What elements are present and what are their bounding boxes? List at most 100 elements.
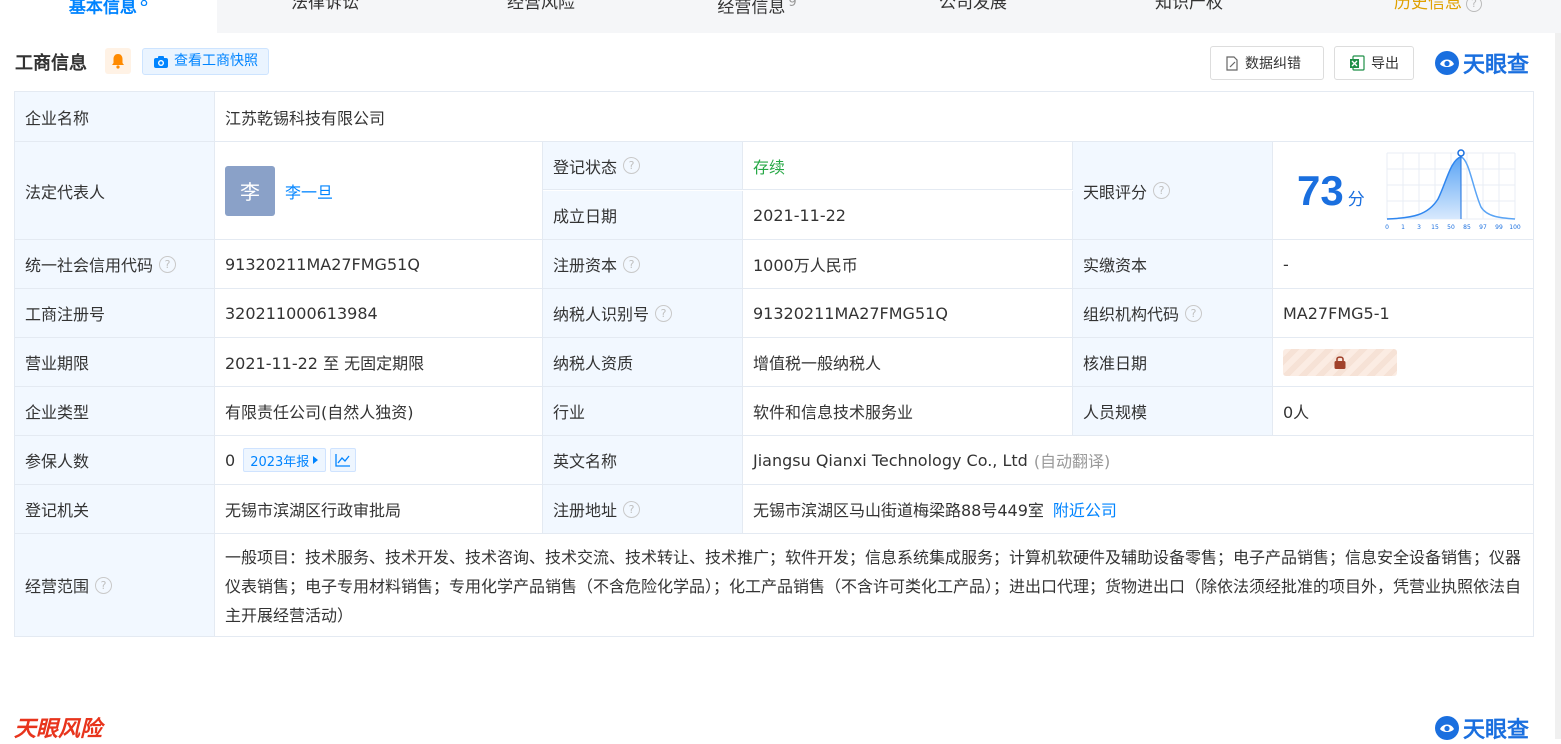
avatar[interactable]: 李	[225, 165, 275, 216]
help-icon[interactable]: ?	[159, 255, 177, 273]
table-row: 企业名称 江苏乾锡科技有限公司	[15, 92, 1533, 142]
help-icon: ?	[1466, 0, 1482, 12]
score-tick: 100	[1509, 224, 1521, 231]
monitor-button[interactable]	[105, 48, 131, 74]
approval-date-label: 核准日期	[1073, 338, 1273, 386]
export-button[interactable]: 导出	[1334, 46, 1414, 80]
taxpayer-qual: 增值税一般纳税人	[743, 338, 1073, 386]
help-icon[interactable]: ?	[623, 255, 641, 273]
score-distribution-chart: 0 1 3 15 50 85 97 99 100	[1385, 149, 1521, 231]
data-correct-label: 数据纠错	[1245, 56, 1301, 72]
score-cell[interactable]: 73 分 0 1 3 15 50 85 97 99 100	[1273, 142, 1533, 239]
insured-label: 参保人数	[15, 436, 215, 484]
reg-no: 320211000613984	[215, 289, 543, 337]
business-scope: 一般项目：技术服务、技术开发、技术咨询、技术交流、技术转让、技术推广；软件开发；…	[225, 548, 1522, 625]
legal-rep-link[interactable]: 李一旦	[285, 179, 333, 203]
taxpayer-id-label-cell: 纳税人识别号?	[543, 289, 743, 337]
tab-label: 历史信息	[1394, 0, 1462, 13]
org-code-label-cell: 组织机构代码?	[1073, 289, 1273, 337]
authority: 无锡市滨湖区行政审批局	[215, 485, 543, 533]
industry: 软件和信息技术服务业	[743, 387, 1073, 435]
table-row: 统一社会信用代码? 91320211MA27FMG51Q 注册资本? 1000万…	[15, 240, 1533, 289]
paid-capital-label: 实缴资本	[1073, 240, 1273, 288]
status-label-cell: 登记状态?	[543, 142, 743, 190]
credit-code-label: 统一社会信用代码	[25, 256, 154, 275]
snapshot-label: 查看工商快照	[174, 53, 258, 69]
tianyancha-logo-icon	[1435, 716, 1459, 740]
reg-no-label: 工商注册号	[15, 289, 215, 337]
score-label: 天眼评分	[1083, 182, 1148, 202]
help-icon[interactable]: ?	[623, 157, 641, 174]
tianyancha-logo: 天眼查	[1433, 47, 1529, 79]
score-tick: 3	[1417, 224, 1421, 231]
table-row: 法定代表人 李 李一旦 登记状态? 存续 成立日期 2021-11-22 天眼评…	[15, 142, 1533, 240]
address: 无锡市滨湖区马山街道梅梁路88号449室	[753, 501, 1044, 520]
status-label: 登记状态	[553, 157, 618, 177]
locked-value[interactable]	[1283, 348, 1397, 376]
industry-label: 行业	[543, 387, 743, 435]
tianyancha-logo-footer: 天眼查	[1433, 712, 1529, 744]
tab-risk[interactable]: 经营风险	[433, 0, 649, 33]
tab-ip[interactable]: 知识产权	[1081, 0, 1297, 33]
address-label-cell: 注册地址?	[543, 485, 743, 533]
org-code: MA27FMG5-1	[1283, 303, 1390, 323]
insured-cell: 0 2023年报	[215, 436, 543, 484]
tab-development[interactable]: 公司发展	[865, 0, 1081, 33]
tab-history[interactable]: 历史信息?	[1330, 0, 1546, 33]
taxpayer-id-label: 纳税人识别号	[553, 305, 650, 324]
trend-chart-icon	[335, 454, 351, 467]
org-code-label: 组织机构代码	[1083, 305, 1180, 324]
tab-label: 经营风险	[507, 0, 575, 13]
score-tick: 97	[1479, 224, 1487, 231]
tab-label: 基本信息	[68, 0, 137, 18]
table-row: 营业期限 2021-11-22 至 无固定期限 纳税人资质 增值税一般纳税人 核…	[15, 338, 1533, 387]
insured-count: 0	[225, 450, 236, 470]
company-name: 江苏乾锡科技有限公司	[225, 108, 386, 128]
approval-date-cell	[1273, 338, 1533, 386]
logo-text: 天眼查	[1463, 718, 1530, 743]
company-type: 有限责任公司(自然人独资)	[215, 387, 543, 435]
export-label: 导出	[1371, 56, 1399, 72]
help-icon[interactable]: ?	[623, 500, 641, 518]
credit-code-label-cell: 统一社会信用代码?	[15, 240, 215, 288]
tab-basic-info[interactable]: 基本信息 8	[0, 0, 217, 33]
legal-rep-cell: 李 李一旦	[215, 142, 543, 239]
english-name-cell: Jiangsu Qianxi Technology Co., Ltd (自动翻译…	[743, 436, 1533, 484]
help-icon[interactable]: ?	[95, 576, 113, 594]
established-value: 2021-11-22	[743, 191, 1073, 239]
english-name-label: 英文名称	[543, 436, 743, 484]
section-title: 工商信息	[15, 53, 87, 74]
help-icon[interactable]: ?	[1185, 304, 1203, 322]
logo-text: 天眼查	[1463, 53, 1530, 78]
caret-right-icon	[313, 456, 319, 464]
legal-rep-label: 法定代表人	[15, 142, 215, 239]
data-correct-button[interactable]: 数据纠错	[1210, 46, 1324, 80]
auto-translate-note: (自动翻译)	[1033, 452, 1111, 471]
snapshot-button[interactable]: 查看工商快照	[142, 48, 269, 75]
authority-label: 登记机关	[15, 485, 215, 533]
annual-report-year: 2023年报	[250, 454, 310, 470]
term-label: 营业期限	[15, 338, 215, 386]
scrollbar[interactable]	[1555, 33, 1561, 739]
help-icon[interactable]: ?	[1153, 182, 1171, 199]
established-label: 成立日期	[543, 191, 743, 239]
tab-label: 公司发展	[939, 0, 1007, 13]
tianyancha-logo-icon	[1435, 51, 1459, 75]
annual-report-year-selector[interactable]: 2023年报	[243, 448, 327, 472]
edit-doc-icon	[1226, 55, 1238, 71]
credit-code: 91320211MA27FMG51Q	[215, 240, 543, 288]
company-name-label: 企业名称	[15, 92, 215, 141]
score-tick: 99	[1495, 224, 1503, 231]
nearby-companies-link[interactable]: 附近公司	[1053, 497, 1117, 521]
reg-capital-label: 注册资本	[553, 256, 618, 275]
tab-count: 8	[139, 0, 149, 10]
help-icon[interactable]: ?	[655, 304, 673, 322]
tab-operation[interactable]: 经营信息 9	[649, 0, 865, 33]
score-value: 73	[1297, 166, 1344, 214]
score-tick: 1	[1401, 224, 1405, 231]
tab-legal[interactable]: 法律诉讼	[217, 0, 433, 33]
trend-chart-button[interactable]	[330, 448, 357, 472]
tab-label: 法律诉讼	[291, 0, 359, 13]
tab-count: 9	[788, 0, 797, 10]
paid-capital: -	[1283, 254, 1289, 274]
